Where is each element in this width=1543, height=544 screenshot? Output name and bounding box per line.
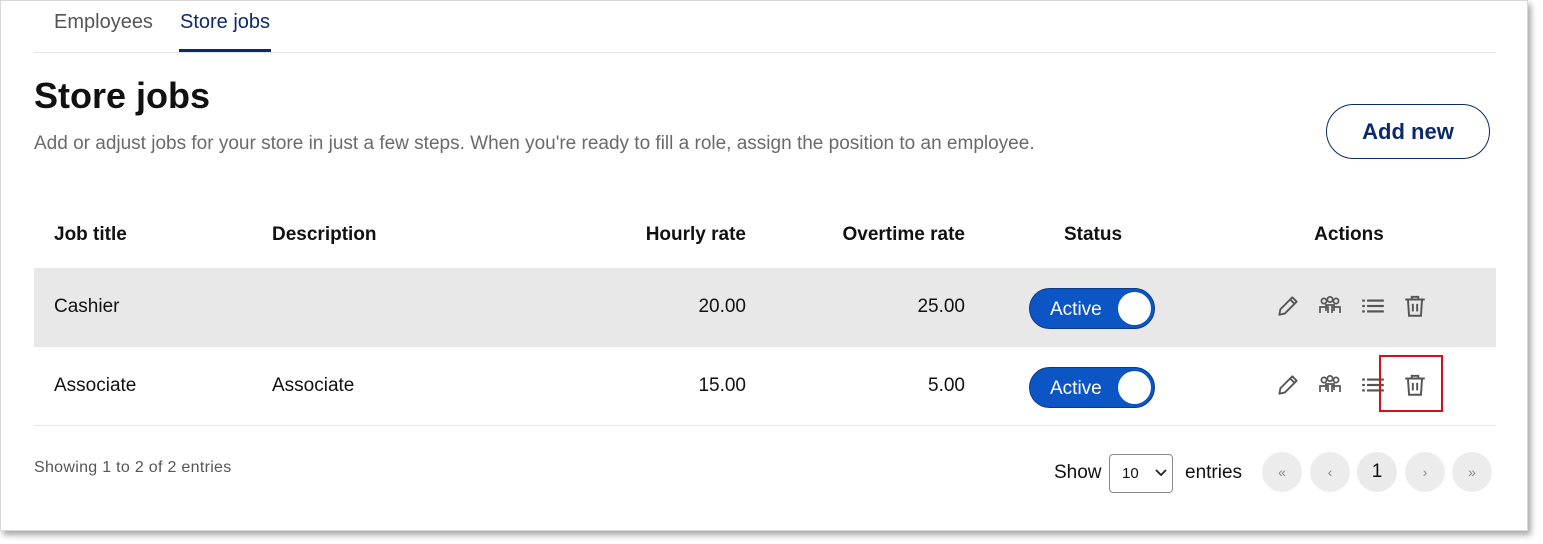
entries-label: entries <box>1185 462 1243 483</box>
tab-employees[interactable]: Employees <box>54 9 153 52</box>
status-toggle-label: Active <box>1050 299 1102 320</box>
add-new-button[interactable]: Add new <box>1326 104 1490 159</box>
table-header: Job title Description Hourly rate Overti… <box>34 201 1496 268</box>
team-icon <box>1319 375 1341 392</box>
edit-button[interactable] <box>1271 289 1305 323</box>
header-actions: Actions <box>1314 224 1384 245</box>
header-status: Status <box>1063 224 1123 245</box>
app-frame: Employees Store jobs Store jobs Add or a… <box>0 0 1528 531</box>
pagination-first[interactable]: « <box>1262 452 1302 492</box>
details-list-button[interactable] <box>1356 289 1390 323</box>
page-size-value: 10 <box>1122 465 1139 482</box>
page-title: Store jobs <box>34 75 211 116</box>
chevron-down-icon <box>1155 469 1167 477</box>
pagination-next[interactable]: › <box>1405 452 1445 492</box>
table-row: Cashier 20.00 25.00 Active <box>34 268 1496 347</box>
team-icon <box>1319 296 1341 313</box>
assign-employees-button[interactable] <box>1313 289 1347 323</box>
page-size-select[interactable]: 10 <box>1109 454 1173 493</box>
delete-button[interactable] <box>1398 289 1432 323</box>
status-toggle-label: Active <box>1050 378 1102 399</box>
list-icon <box>1362 299 1384 313</box>
show-label: Show <box>1054 462 1102 483</box>
toggle-knob <box>1118 371 1151 404</box>
pencil-icon <box>1278 296 1298 316</box>
trash-icon <box>1405 295 1425 317</box>
header-hourly-rate: Hourly rate <box>645 224 746 245</box>
table-row: Associate Associate 15.00 5.00 Active <box>34 347 1496 426</box>
cell-hourly-rate: 20.00 <box>698 296 746 317</box>
entries-summary: Showing 1 to 2 of 2 entries <box>34 459 232 476</box>
cell-overtime-rate: 5.00 <box>928 375 965 396</box>
cell-hourly-rate: 15.00 <box>698 375 746 396</box>
highlight-box <box>1379 355 1443 412</box>
tab-bar: Employees Store jobs <box>34 1 1496 53</box>
tab-store-jobs[interactable]: Store jobs <box>179 9 272 52</box>
toggle-knob <box>1118 292 1151 325</box>
header-overtime-rate: Overtime rate <box>842 224 965 245</box>
page-subtitle: Add or adjust jobs for your store in jus… <box>34 133 1035 154</box>
pagination-last[interactable]: » <box>1452 452 1492 492</box>
header-description: Description <box>272 224 377 245</box>
status-toggle[interactable]: Active <box>1029 367 1155 408</box>
jobs-table: Job title Description Hourly rate Overti… <box>34 201 1496 426</box>
pagination-page-1[interactable]: 1 <box>1357 452 1397 492</box>
cell-job-title: Cashier <box>54 296 120 317</box>
cell-description: Associate <box>272 375 355 396</box>
pencil-icon <box>1278 375 1298 395</box>
assign-employees-button[interactable] <box>1313 368 1347 402</box>
cell-overtime-rate: 25.00 <box>917 296 965 317</box>
edit-button[interactable] <box>1271 368 1305 402</box>
pagination-prev[interactable]: ‹ <box>1310 452 1350 492</box>
header-job-title: Job title <box>54 224 127 245</box>
cell-job-title: Associate <box>54 375 137 396</box>
status-toggle[interactable]: Active <box>1029 288 1155 329</box>
